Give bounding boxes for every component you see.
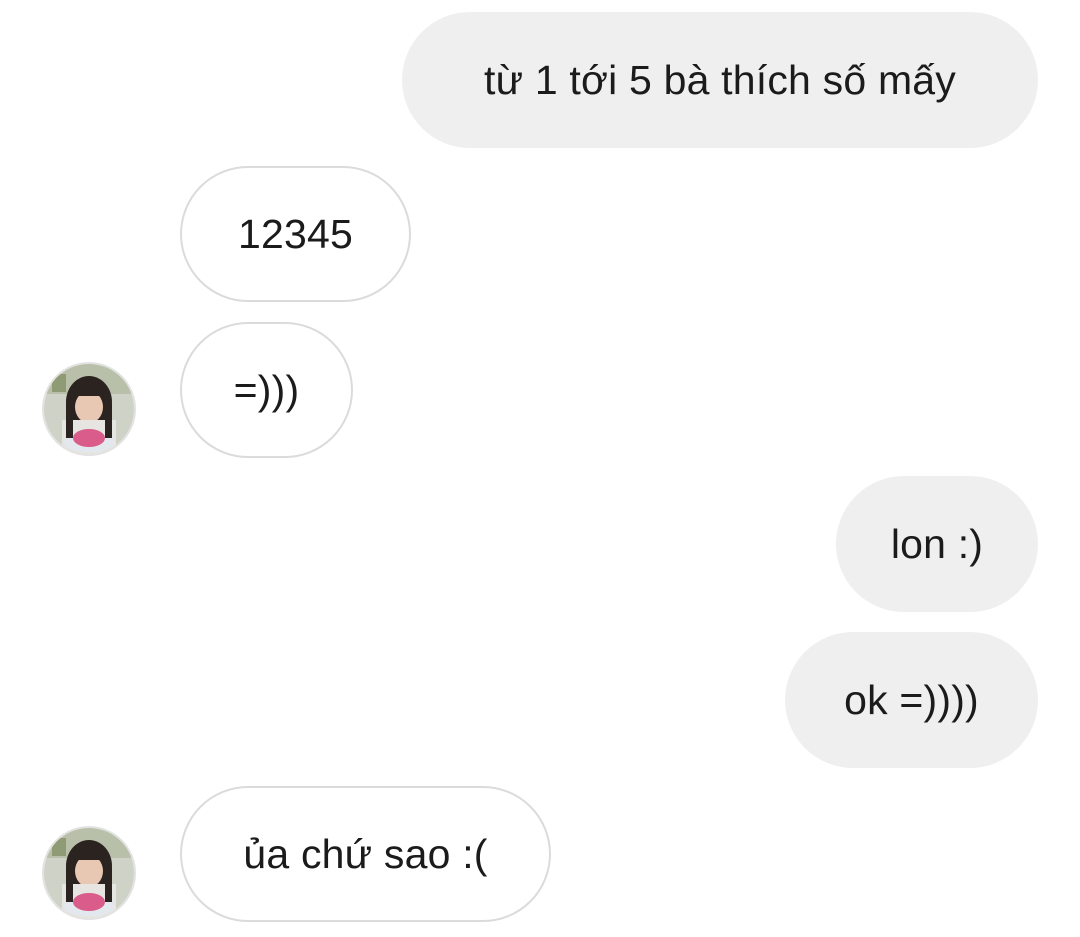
message-bubble-incoming[interactable]: =))) (180, 322, 353, 458)
message-bubble-incoming[interactable]: ủa chứ sao :( (180, 786, 551, 922)
message-text: 12345 (237, 210, 353, 257)
message-bubble-outgoing[interactable]: từ 1 tới 5 bà thích số mấy (402, 12, 1038, 148)
message-text: ok =)))) (844, 676, 979, 723)
message-bubble-incoming[interactable]: 12345 (180, 166, 411, 302)
message-text: =))) (233, 366, 300, 413)
message-text: ủa chứ sao :( (243, 830, 488, 877)
message-text: từ 1 tới 5 bà thích số mấy (483, 56, 956, 103)
contact-avatar-icon[interactable] (42, 362, 136, 456)
message-bubble-outgoing[interactable]: ok =)))) (785, 632, 1038, 768)
message-bubble-outgoing[interactable]: lon :) (836, 476, 1038, 612)
message-thread: từ 1 tới 5 bà thích số mấy 12345 =))) lo… (0, 0, 1080, 937)
message-text: lon :) (890, 520, 984, 567)
contact-avatar-icon[interactable] (42, 826, 136, 920)
